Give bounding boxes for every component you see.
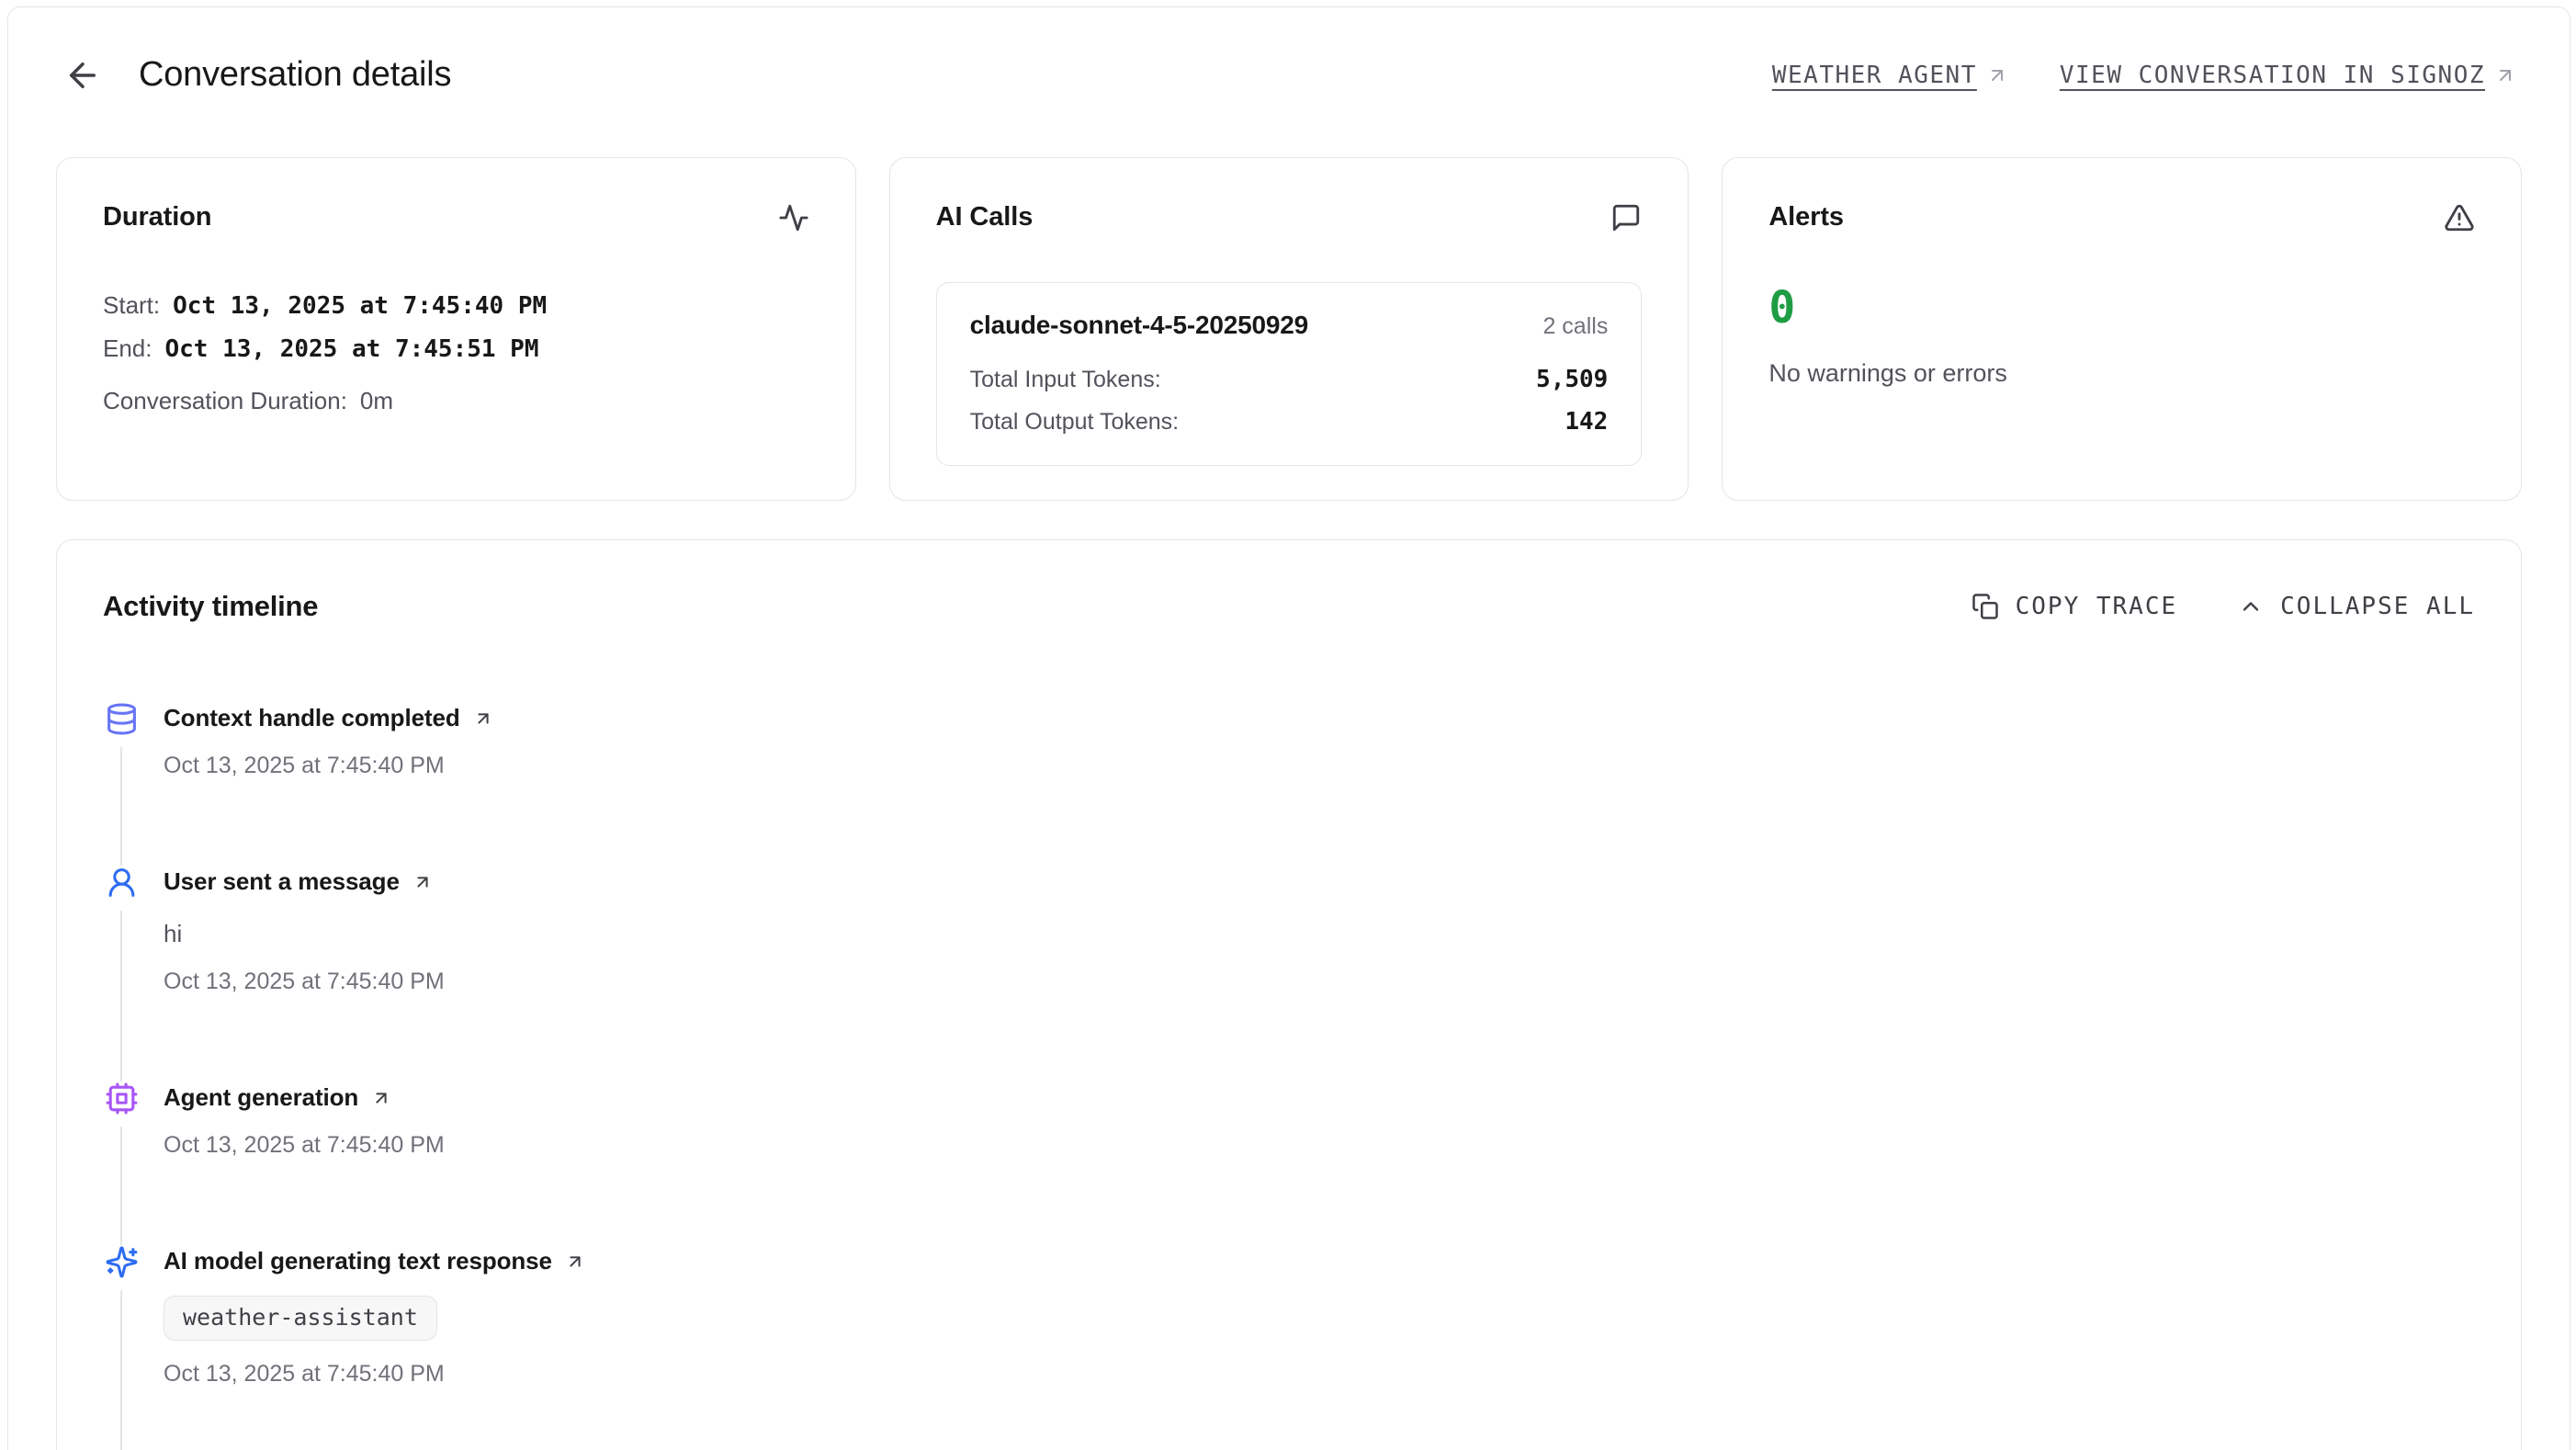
activity-timeline-title: Activity timeline — [103, 590, 318, 623]
timeline-event-title: Agent generation — [164, 1083, 358, 1112]
activity-timeline-card: Activity timeline COPY TRACE COLLAPSE AL… — [56, 539, 2522, 1450]
output-tokens-label: Total Output Tokens: — [970, 409, 1179, 436]
external-link-icon — [412, 872, 433, 892]
model-name: claude-sonnet-4-5-20250929 — [970, 311, 1308, 340]
view-conversation-signoz-link-label: VIEW CONVERSATION IN SIGNOZ — [2060, 62, 2485, 89]
timeline-connector — [120, 1290, 122, 1450]
timeline-event-message: hi — [164, 920, 445, 948]
duration-start-row: Start: Oct 13, 2025 at 7:45:40 PM — [103, 291, 809, 320]
external-link-icon — [473, 708, 493, 729]
timeline-event-timestamp: Oct 13, 2025 at 7:45:40 PM — [164, 1361, 585, 1388]
model-usage-box: claude-sonnet-4-5-20250929 2 calls Total… — [936, 282, 1643, 466]
timeline-event-agent-generation: Agent generation Oct 13, 2025 at 7:45:40… — [103, 1082, 2475, 1245]
alerts-card-title: Alerts — [1768, 202, 1844, 232]
timeline-event-title: AI model generating text response — [164, 1247, 552, 1275]
chevron-up-icon — [2238, 594, 2264, 619]
arrow-left-icon — [63, 56, 102, 95]
duration-start-value: Oct 13, 2025 at 7:45:40 PM — [173, 292, 547, 320]
copy-trace-label: COPY TRACE — [2016, 593, 2178, 620]
view-conversation-signoz-link[interactable]: VIEW CONVERSATION IN SIGNOZ — [2060, 62, 2516, 89]
timeline-event-link[interactable]: Agent generation — [164, 1083, 391, 1112]
weather-agent-link[interactable]: WEATHER AGENT — [1772, 62, 2008, 89]
output-tokens-row: Total Output Tokens: 142 — [970, 408, 1609, 436]
message-square-icon — [1610, 202, 1642, 238]
timeline-event-timestamp: Oct 13, 2025 at 7:45:40 PM — [164, 753, 493, 779]
model-call-count: 2 calls — [1542, 313, 1608, 340]
timeline-event-context-handle: Context handle completed Oct 13, 2025 at… — [103, 702, 2475, 866]
cpu-icon — [105, 1082, 139, 1116]
user-round-icon — [105, 866, 139, 900]
external-link-icon — [371, 1088, 391, 1108]
input-tokens-row: Total Input Tokens: 5,509 — [970, 366, 1609, 393]
ai-calls-card-title: AI Calls — [936, 202, 1034, 232]
copy-icon — [1972, 593, 1999, 620]
conversation-duration-row: Conversation Duration: 0m — [103, 387, 809, 415]
main-panel: Conversation details WEATHER AGENT VIEW … — [7, 6, 2570, 1450]
timeline-event-timestamp: Oct 13, 2025 at 7:45:40 PM — [164, 969, 445, 995]
duration-card-title: Duration — [103, 202, 211, 232]
external-link-icon — [2494, 64, 2516, 86]
page-title: Conversation details — [139, 55, 451, 95]
timeline-body: Context handle completed Oct 13, 2025 at… — [103, 702, 2475, 1450]
alerts-message: No warnings or errors — [1768, 359, 2475, 388]
alerts-count: 0 — [1768, 286, 2475, 330]
timeline-connector — [120, 747, 122, 866]
input-tokens-value: 5,509 — [1536, 366, 1608, 393]
timeline-event-link[interactable]: Context handle completed — [164, 704, 493, 732]
timeline-event-link[interactable]: User sent a message — [164, 867, 433, 896]
sparkles-icon — [105, 1245, 139, 1279]
duration-card: Duration Start: Oct 13, 2025 at 7:45:40 … — [56, 157, 856, 501]
weather-agent-link-label: WEATHER AGENT — [1772, 62, 1977, 89]
copy-trace-button[interactable]: COPY TRACE — [1972, 593, 2178, 620]
page-header: Conversation details WEATHER AGENT VIEW … — [8, 7, 2570, 95]
activity-icon — [778, 202, 809, 238]
conversation-duration-value: 0m — [360, 387, 393, 415]
collapse-all-label: COLLAPSE ALL — [2280, 593, 2475, 620]
external-link-icon — [1986, 64, 2008, 86]
duration-end-row: End: Oct 13, 2025 at 7:45:51 PM — [103, 334, 809, 363]
timeline-event-ai-text-response: AI model generating text response weathe… — [103, 1245, 2475, 1450]
back-button[interactable] — [63, 56, 102, 95]
output-tokens-value: 142 — [1565, 408, 1608, 436]
collapse-all-button[interactable]: COLLAPSE ALL — [2238, 593, 2475, 620]
alerts-card: Alerts 0 No warnings or errors — [1722, 157, 2522, 501]
timeline-event-user-message: User sent a message hi Oct 13, 2025 at 7… — [103, 866, 2475, 1082]
conversation-duration-label: Conversation Duration: — [103, 387, 347, 415]
timeline-event-link[interactable]: AI model generating text response — [164, 1247, 585, 1275]
database-icon — [105, 702, 139, 736]
input-tokens-label: Total Input Tokens: — [970, 367, 1161, 393]
timeline-connector — [120, 911, 122, 1082]
timeline-event-title: User sent a message — [164, 867, 400, 896]
duration-start-label: Start: — [103, 291, 160, 320]
ai-calls-card: AI Calls claude-sonnet-4-5-20250929 2 ca… — [889, 157, 1689, 501]
timeline-event-timestamp: Oct 13, 2025 at 7:45:40 PM — [164, 1132, 445, 1159]
timeline-event-badge: weather-assistant — [164, 1296, 437, 1341]
alert-triangle-icon — [2444, 202, 2475, 238]
external-link-icon — [565, 1252, 585, 1272]
timeline-connector — [120, 1127, 122, 1245]
summary-cards-row: Duration Start: Oct 13, 2025 at 7:45:40 … — [56, 157, 2522, 501]
duration-end-value: Oct 13, 2025 at 7:45:51 PM — [165, 335, 539, 363]
duration-end-label: End: — [103, 334, 153, 363]
timeline-event-title: Context handle completed — [164, 704, 460, 732]
